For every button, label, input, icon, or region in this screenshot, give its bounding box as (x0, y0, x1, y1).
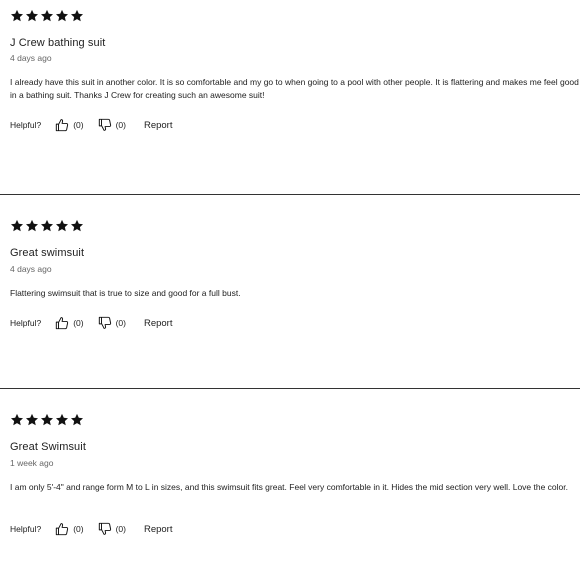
star-rating (10, 9, 84, 23)
helpful-no-button[interactable]: (0) (98, 522, 126, 536)
review-footer: Helpful? (0) (0) Report (10, 117, 172, 133)
report-link[interactable]: Report (144, 120, 173, 131)
review-divider (0, 388, 580, 389)
helpful-no-button[interactable]: (0) (98, 118, 126, 132)
review-date: 4 days ago (10, 264, 52, 274)
helpful-no-count: (0) (115, 524, 126, 534)
helpful-label: Helpful? (10, 318, 42, 328)
helpful-label: Helpful? (10, 524, 42, 534)
star-icon (55, 9, 69, 22)
review-date: 1 week ago (10, 458, 54, 468)
helpful-yes-count: (0) (73, 524, 84, 534)
thumbs-down-icon (98, 118, 112, 132)
star-icon (40, 219, 54, 232)
star-icon (40, 9, 54, 22)
star-icon (55, 413, 69, 426)
star-icon (70, 9, 84, 22)
star-icon (10, 9, 24, 22)
thumbs-up-icon (55, 522, 69, 536)
review-divider (0, 194, 580, 195)
review-body: Flattering swimsuit that is true to size… (10, 288, 241, 298)
review-footer: Helpful? (0) (0) Report (10, 521, 172, 537)
helpful-no-button[interactable]: (0) (98, 316, 126, 330)
review-title: J Crew bathing suit (10, 37, 106, 49)
star-rating (10, 219, 84, 233)
star-icon (25, 219, 39, 232)
helpful-label: Helpful? (10, 120, 42, 130)
star-icon (55, 219, 69, 232)
thumbs-up-icon (55, 316, 69, 330)
review-body: I already have this suit in another colo… (10, 77, 579, 100)
review-date: 4 days ago (10, 53, 52, 63)
star-icon (10, 219, 24, 232)
thumbs-down-icon (98, 522, 112, 536)
helpful-yes-button[interactable]: (0) (55, 316, 84, 330)
helpful-yes-count: (0) (73, 120, 84, 130)
helpful-no-count: (0) (115, 318, 126, 328)
thumbs-down-icon (98, 316, 112, 330)
helpful-no-count: (0) (115, 120, 126, 130)
helpful-yes-button[interactable]: (0) (55, 118, 84, 132)
review-body: I am only 5'-4" and range form M to L in… (10, 482, 569, 492)
helpful-yes-count: (0) (73, 318, 84, 328)
star-icon (25, 413, 39, 426)
star-icon (40, 413, 54, 426)
star-icon (70, 219, 84, 232)
star-rating (10, 413, 84, 427)
report-link[interactable]: Report (144, 524, 173, 535)
helpful-yes-button[interactable]: (0) (55, 522, 84, 536)
report-link[interactable]: Report (144, 318, 173, 329)
review-title: Great swimsuit (10, 247, 85, 259)
star-icon (25, 9, 39, 22)
thumbs-up-icon (55, 118, 69, 132)
star-icon (70, 413, 84, 426)
star-icon (10, 413, 24, 426)
review-footer: Helpful? (0) (0) Report (10, 315, 172, 331)
review-title: Great Swimsuit (10, 441, 86, 453)
